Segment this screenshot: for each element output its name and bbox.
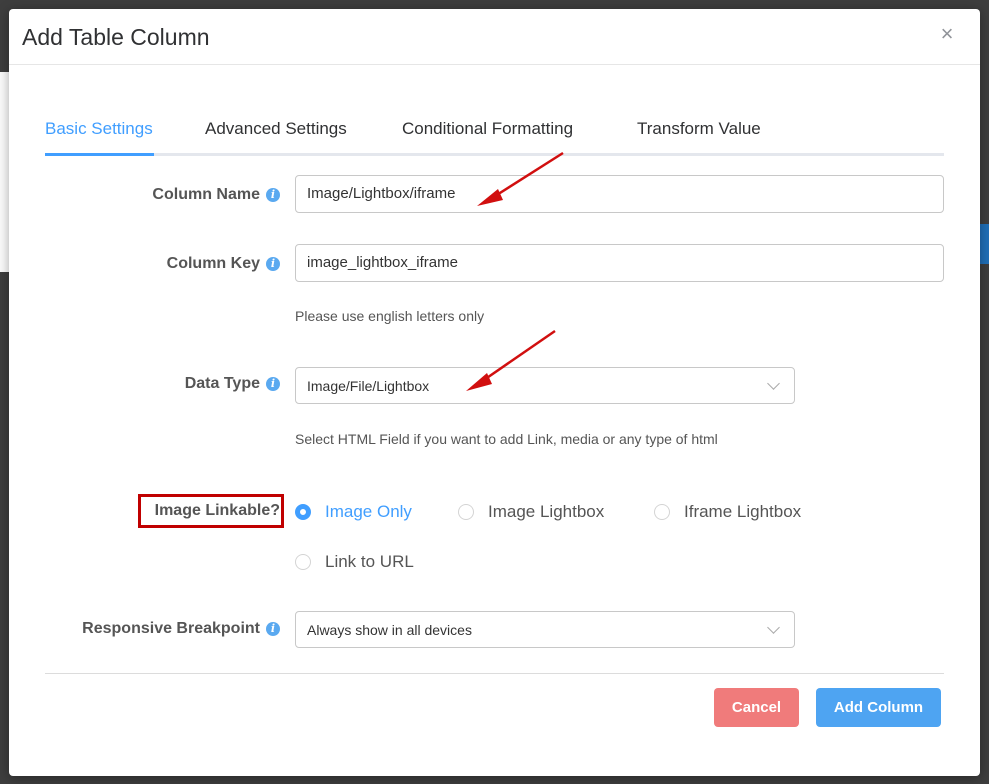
radio-label: Iframe Lightbox (684, 502, 802, 521)
responsive-breakpoint-select[interactable]: Always show in all devices (295, 611, 795, 648)
add-column-button[interactable]: Add Column (816, 688, 941, 727)
chevron-down-icon (767, 377, 780, 390)
radio-checked-icon (295, 504, 311, 520)
column-name-label-text: Column Name (152, 186, 260, 203)
responsive-breakpoint-label-text: Responsive Breakpoint (82, 620, 260, 637)
close-icon[interactable]: × (936, 23, 958, 45)
radio-label: Link to URL (325, 552, 414, 571)
background-page-fragment-right (980, 224, 989, 264)
chevron-down-icon (767, 621, 780, 634)
column-key-help: Please use english letters only (295, 308, 485, 324)
settings-tabs: Basic Settings Advanced Settings Conditi… (45, 109, 944, 156)
responsive-breakpoint-value: Always show in all devices (307, 622, 472, 638)
column-name-input[interactable]: Image/Lightbox/iframe (295, 175, 944, 213)
column-key-input[interactable]: image_lightbox_iframe (295, 244, 944, 282)
data-type-select[interactable]: Image/File/Lightbox (295, 367, 795, 404)
active-tab-indicator (45, 153, 154, 156)
dialog-header: Add Table Column × (9, 9, 980, 65)
info-icon[interactable]: i (266, 188, 280, 202)
tab-advanced-settings[interactable]: Advanced Settings (205, 119, 347, 139)
column-key-label-text: Column Key (166, 255, 260, 272)
data-type-label: Data Type i (185, 375, 280, 393)
column-name-label: Column Name i (152, 186, 280, 204)
radio-unchecked-icon (295, 554, 311, 570)
responsive-breakpoint-label: Responsive Breakpoint i (82, 620, 280, 638)
data-type-help: Select HTML Field if you want to add Lin… (295, 431, 718, 447)
cancel-button[interactable]: Cancel (714, 688, 799, 727)
annotation-highlight-box (138, 494, 284, 528)
tab-basic-settings[interactable]: Basic Settings (45, 119, 153, 139)
column-key-label: Column Key i (167, 255, 280, 273)
radio-label: Image Lightbox (488, 502, 605, 521)
data-type-value: Image/File/Lightbox (307, 378, 430, 394)
info-icon[interactable]: i (266, 257, 280, 271)
radio-unchecked-icon (458, 504, 474, 520)
tab-transform-value[interactable]: Transform Value (637, 119, 761, 139)
radio-label: Image Only (325, 502, 412, 521)
info-icon[interactable]: i (266, 377, 280, 391)
background-page-fragment (0, 72, 9, 272)
tab-conditional-formatting[interactable]: Conditional Formatting (402, 119, 573, 139)
dialog-title: Add Table Column (22, 24, 210, 50)
info-icon[interactable]: i (266, 622, 280, 636)
radio-unchecked-icon (654, 504, 670, 520)
add-table-column-dialog: Add Table Column × Basic Settings Advanc… (9, 9, 980, 776)
footer-divider (45, 673, 944, 674)
data-type-label-text: Data Type (184, 375, 260, 392)
